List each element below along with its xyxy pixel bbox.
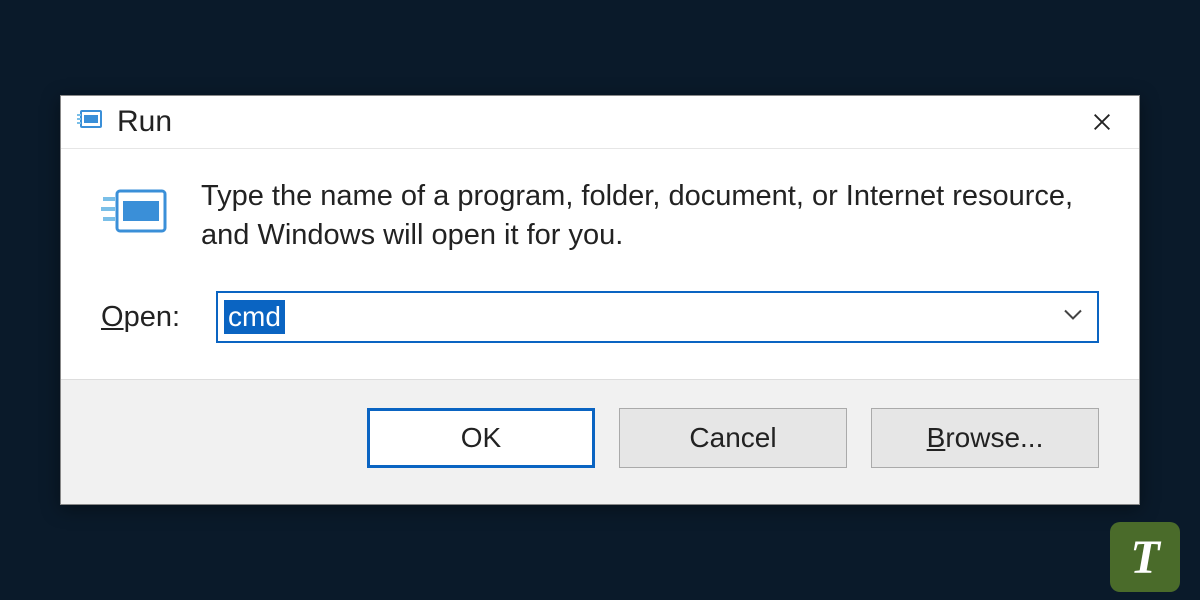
- button-bar: OK Cancel Browse...: [61, 379, 1139, 504]
- titlebar: Run: [61, 96, 1139, 149]
- run-small-icon: [77, 107, 105, 136]
- run-dialog: Run Type the name of a program, folder, …: [60, 95, 1140, 505]
- run-large-icon: [101, 183, 173, 239]
- dialog-body: Type the name of a program, folder, docu…: [61, 149, 1139, 379]
- chevron-down-icon[interactable]: [1063, 308, 1083, 327]
- browse-button[interactable]: Browse...: [871, 408, 1099, 468]
- cancel-button[interactable]: Cancel: [619, 408, 847, 468]
- watermark-letter: T: [1130, 530, 1159, 585]
- close-icon: [1091, 111, 1113, 133]
- cancel-button-label: Cancel: [689, 422, 776, 454]
- dialog-title: Run: [117, 105, 172, 139]
- open-row: Open: cmd: [101, 291, 1099, 343]
- titlebar-left: Run: [77, 105, 172, 139]
- open-combobox[interactable]: cmd: [216, 291, 1099, 343]
- open-label: Open:: [101, 301, 180, 334]
- ok-button-label: OK: [461, 422, 501, 454]
- description-text: Type the name of a program, folder, docu…: [201, 177, 1081, 255]
- ok-button[interactable]: OK: [367, 408, 595, 468]
- description-row: Type the name of a program, folder, docu…: [101, 177, 1099, 255]
- browse-button-label: Browse...: [927, 422, 1044, 454]
- watermark-badge: T: [1110, 522, 1180, 592]
- close-button[interactable]: [1079, 104, 1125, 140]
- open-input-value: cmd: [224, 300, 285, 334]
